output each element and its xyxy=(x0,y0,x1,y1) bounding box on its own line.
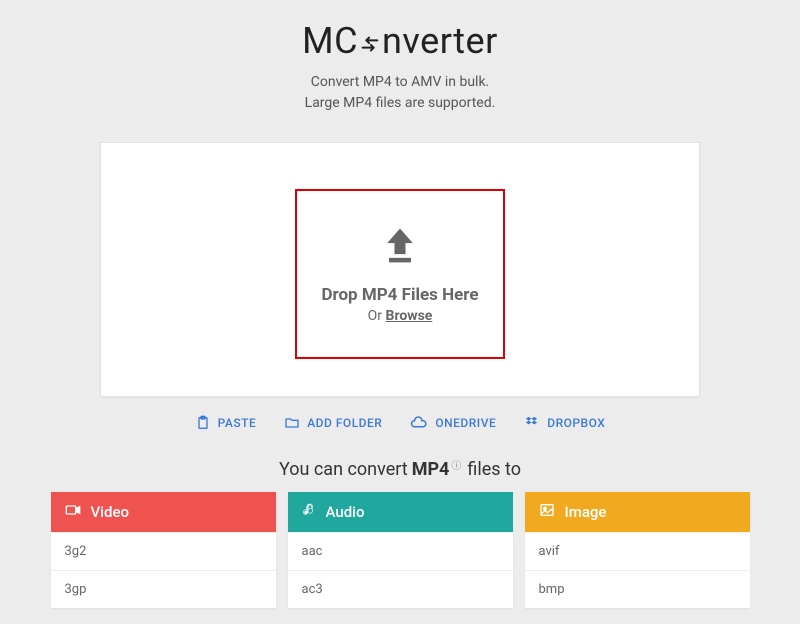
category-video-header: Video xyxy=(51,492,276,532)
dropzone-or: Or xyxy=(368,308,386,324)
categories: Video 3g2 3gp Audio aac ac3 Image avif xyxy=(50,492,750,608)
onedrive-label: ONEDRIVE xyxy=(435,416,496,430)
brand-prefix: MC xyxy=(302,20,358,62)
folder-icon xyxy=(284,415,300,431)
category-image: Image avif bmp xyxy=(525,492,750,608)
upload-icon xyxy=(378,223,422,271)
audio-icon xyxy=(302,502,316,522)
dropbox-icon xyxy=(524,415,540,431)
brand-suffix: nverter xyxy=(382,20,498,62)
format-item[interactable]: 3g2 xyxy=(51,532,276,570)
convert-heading: You can convert MP4ⓘ files to xyxy=(279,459,521,480)
format-item[interactable]: aac xyxy=(288,532,513,570)
category-video-label: Video xyxy=(91,503,130,521)
upload-card: Drop MP4 Files Here Or Browse xyxy=(100,142,700,397)
category-audio-label: Audio xyxy=(326,503,365,521)
category-image-header: Image xyxy=(525,492,750,532)
paste-button[interactable]: PASTE xyxy=(195,415,257,431)
category-image-label: Image xyxy=(565,503,607,521)
add-folder-button[interactable]: ADD FOLDER xyxy=(284,415,382,431)
upload-actions: PASTE ADD FOLDER ONEDRIVE xyxy=(195,415,606,431)
dropzone[interactable]: Drop MP4 Files Here Or Browse xyxy=(295,189,505,359)
dropzone-sub: Or Browse xyxy=(368,308,433,324)
paste-icon xyxy=(195,415,211,431)
brand-logo: MC nverter xyxy=(302,20,498,62)
subtitle: Convert MP4 to AMV in bulk. Large MP4 fi… xyxy=(305,72,496,114)
subtitle-line1: Convert MP4 to AMV in bulk. xyxy=(305,72,496,93)
browse-link[interactable]: Browse xyxy=(386,308,433,324)
convert-prefix: You can convert xyxy=(279,459,408,480)
dropbox-button[interactable]: DROPBOX xyxy=(524,415,605,431)
image-icon xyxy=(539,502,555,522)
paste-label: PASTE xyxy=(218,416,257,430)
convert-icon xyxy=(359,22,381,64)
category-video: Video 3g2 3gp xyxy=(51,492,276,608)
format-item[interactable]: bmp xyxy=(525,570,750,608)
convert-suffix: files to xyxy=(467,459,521,480)
category-audio: Audio aac ac3 xyxy=(288,492,513,608)
video-icon xyxy=(65,502,81,522)
format-item[interactable]: 3gp xyxy=(51,570,276,608)
dropzone-title: Drop MP4 Files Here xyxy=(321,285,478,305)
format-item[interactable]: avif xyxy=(525,532,750,570)
add-folder-label: ADD FOLDER xyxy=(307,416,382,430)
onedrive-button[interactable]: ONEDRIVE xyxy=(410,415,496,431)
format-item[interactable]: ac3 xyxy=(288,570,513,608)
dropbox-label: DROPBOX xyxy=(547,416,605,430)
info-icon[interactable]: ⓘ xyxy=(451,457,461,472)
convert-format: MP4 xyxy=(412,459,450,480)
category-audio-header: Audio xyxy=(288,492,513,532)
onedrive-icon xyxy=(410,415,428,431)
subtitle-line2: Large MP4 files are supported. xyxy=(305,93,496,114)
